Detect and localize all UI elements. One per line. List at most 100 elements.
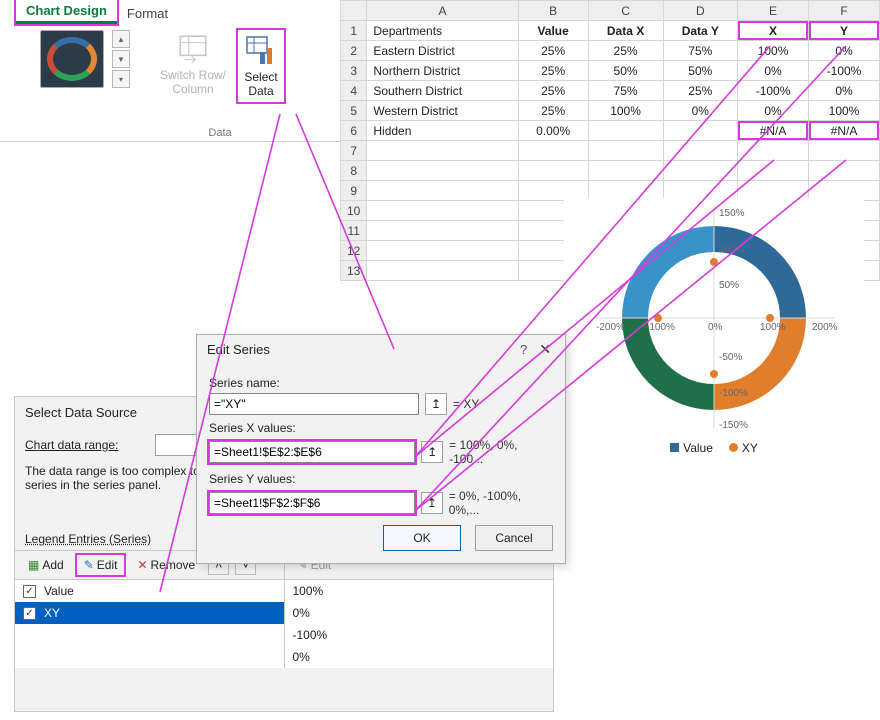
cell[interactable] [367, 161, 518, 181]
cell[interactable]: 100% [588, 101, 663, 121]
cell[interactable]: 50% [588, 61, 663, 81]
series-item-value[interactable]: ✓Value [15, 580, 284, 602]
cell[interactable]: 0.00% [518, 121, 588, 141]
cell[interactable]: 100% [809, 101, 880, 121]
col-header[interactable]: A [367, 1, 518, 21]
cell[interactable] [663, 121, 738, 141]
cell[interactable]: -100% [809, 61, 880, 81]
row-header[interactable]: 5 [341, 101, 367, 121]
row-header[interactable]: 6 [341, 121, 367, 141]
tab-chart-design[interactable]: Chart Design [16, 0, 117, 24]
cell[interactable] [663, 141, 738, 161]
series-item-xy[interactable]: ✓XY [15, 602, 284, 624]
cell[interactable]: 50% [663, 61, 738, 81]
row-header[interactable]: 12 [341, 241, 367, 261]
row-header[interactable]: 10 [341, 201, 367, 221]
list-item[interactable]: 0% [285, 646, 554, 668]
list-item[interactable]: 100% [285, 580, 554, 602]
cell[interactable]: 75% [588, 81, 663, 101]
series-x-input[interactable] [209, 441, 415, 463]
cell[interactable]: 100% [738, 41, 809, 61]
cell[interactable]: 25% [518, 61, 588, 81]
range-picker-icon[interactable]: ↥ [421, 441, 443, 463]
styles-down-button[interactable]: ▼ [112, 50, 130, 68]
series-remove-button[interactable]: ✕Remove [130, 555, 202, 575]
cell[interactable]: 25% [518, 81, 588, 101]
cell[interactable] [367, 241, 518, 261]
row-header[interactable]: 9 [341, 181, 367, 201]
cell[interactable] [367, 201, 518, 221]
row-header[interactable]: 1 [341, 21, 367, 41]
cell[interactable]: Southern District [367, 81, 518, 101]
cell[interactable]: 0% [809, 41, 880, 61]
close-icon[interactable]: ✕ [535, 341, 555, 358]
select-data-button[interactable]: Select Data [238, 30, 284, 102]
series-name-input[interactable] [209, 393, 419, 415]
cell[interactable]: 25% [663, 81, 738, 101]
cell[interactable] [367, 181, 518, 201]
styles-more-button[interactable]: ▾ [112, 70, 130, 88]
cell[interactable]: Eastern District [367, 41, 518, 61]
cell[interactable] [518, 141, 588, 161]
col-header[interactable]: B [518, 1, 588, 21]
row-header[interactable]: 13 [341, 261, 367, 281]
series-y-input[interactable] [209, 492, 415, 514]
cell[interactable] [738, 141, 809, 161]
cell[interactable]: Western District [367, 101, 518, 121]
corner-cell[interactable] [341, 1, 367, 21]
cancel-button[interactable]: Cancel [475, 525, 553, 551]
chart-area[interactable]: -200% -100% 0% 100% 200% 150% 100% 50% -… [564, 198, 864, 488]
cell[interactable]: 0% [738, 101, 809, 121]
styles-up-button[interactable]: ▲ [112, 30, 130, 48]
list-item[interactable]: 0% [285, 602, 554, 624]
row-header[interactable]: 4 [341, 81, 367, 101]
chart-style-preview[interactable] [40, 30, 104, 88]
cell[interactable] [663, 161, 738, 181]
tab-format[interactable]: Format [117, 2, 178, 24]
cell[interactable]: X [738, 21, 809, 41]
cell[interactable] [367, 221, 518, 241]
cell[interactable]: #N/A [738, 121, 809, 141]
cell[interactable]: Value [518, 21, 588, 41]
axis-labels-list[interactable]: 100% 0% -100% 0% [285, 580, 554, 668]
cell[interactable] [588, 161, 663, 181]
cell[interactable]: #N/A [809, 121, 880, 141]
row-header[interactable]: 8 [341, 161, 367, 181]
cell[interactable] [588, 141, 663, 161]
cell[interactable]: 0% [809, 81, 880, 101]
cell[interactable]: Y [809, 21, 880, 41]
row-header[interactable]: 11 [341, 221, 367, 241]
list-item[interactable]: -100% [285, 624, 554, 646]
cell[interactable]: -100% [738, 81, 809, 101]
col-header[interactable]: E [738, 1, 809, 21]
cell[interactable]: 25% [588, 41, 663, 61]
ok-button[interactable]: OK [383, 525, 461, 551]
cell[interactable] [738, 161, 809, 181]
cell[interactable]: Hidden [367, 121, 518, 141]
cell[interactable] [367, 141, 518, 161]
cell[interactable] [809, 161, 880, 181]
col-header[interactable]: D [663, 1, 738, 21]
range-picker-icon[interactable]: ↥ [425, 393, 447, 415]
cell[interactable]: 0% [738, 61, 809, 81]
cell[interactable] [518, 161, 588, 181]
cell[interactable]: 25% [518, 41, 588, 61]
cell[interactable]: 75% [663, 41, 738, 61]
range-picker-icon[interactable]: ↥ [421, 492, 443, 514]
cell[interactable]: 25% [518, 101, 588, 121]
row-header[interactable]: 3 [341, 61, 367, 81]
series-add-button[interactable]: ▦Add [21, 555, 71, 575]
checkbox-icon[interactable]: ✓ [23, 607, 36, 620]
cell[interactable]: Data Y [663, 21, 738, 41]
cell[interactable] [588, 121, 663, 141]
cell[interactable] [809, 141, 880, 161]
help-icon[interactable]: ? [512, 342, 535, 357]
col-header[interactable]: F [809, 1, 880, 21]
cell[interactable]: Data X [588, 21, 663, 41]
cell[interactable]: Departments [367, 21, 518, 41]
row-header[interactable]: 7 [341, 141, 367, 161]
row-header[interactable]: 2 [341, 41, 367, 61]
col-header[interactable]: C [588, 1, 663, 21]
cell[interactable]: Northern District [367, 61, 518, 81]
cell[interactable]: 0% [663, 101, 738, 121]
